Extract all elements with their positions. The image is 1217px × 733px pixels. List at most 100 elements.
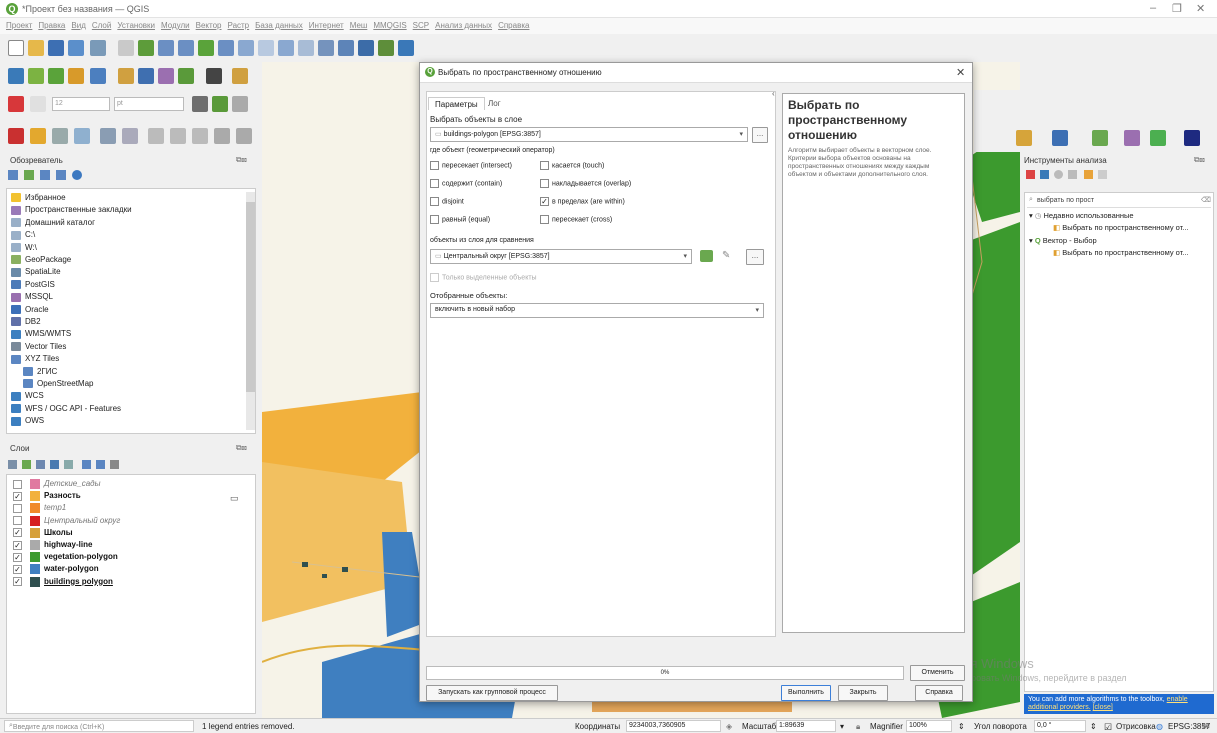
- layer-symbol-swatch[interactable]: [30, 491, 40, 502]
- save-edits-icon[interactable]: [52, 128, 68, 144]
- menu-item-3[interactable]: Слой: [92, 21, 111, 30]
- predicate-checkbox[interactable]: disjoint: [430, 197, 464, 206]
- menu-item-7[interactable]: Растр: [228, 21, 250, 30]
- add-group-icon[interactable]: [22, 460, 31, 469]
- toggle-editing-icon[interactable]: [30, 128, 46, 144]
- browser-item[interactable]: Избранное: [11, 193, 66, 203]
- layer-item[interactable]: Центральный округ: [13, 515, 120, 526]
- zoom-last-icon[interactable]: [258, 40, 274, 56]
- magnifier-field[interactable]: 100%: [906, 720, 952, 732]
- open-style-icon[interactable]: [8, 460, 17, 469]
- show-bookmarks-icon[interactable]: [338, 40, 354, 56]
- collapse-all-icon[interactable]: [96, 460, 105, 469]
- iterate-icon[interactable]: [700, 250, 713, 262]
- menu-item-14[interactable]: Справка: [498, 21, 529, 30]
- predicate-checkbox[interactable]: пересекает (cross): [540, 215, 612, 224]
- menu-item-6[interactable]: Вектор: [196, 21, 222, 30]
- predicate-checkbox[interactable]: ✓ в пределах (are within): [540, 197, 625, 206]
- layer-item[interactable]: ✓ Школы: [13, 527, 73, 538]
- layer-symbol-swatch[interactable]: [30, 515, 40, 526]
- recent-group[interactable]: ▾ ◷ Недавно использованные: [1029, 211, 1134, 220]
- zoom-in-icon[interactable]: [158, 40, 174, 56]
- layer-item[interactable]: ✓ highway-line: [13, 540, 92, 550]
- modify-selection-combo[interactable]: включить в новый набор ▾: [430, 303, 764, 318]
- units-select[interactable]: pt: [114, 97, 184, 111]
- layer-visibility-checkbox[interactable]: ✓: [13, 540, 22, 550]
- open-project-icon[interactable]: [28, 40, 44, 56]
- predicate-checkbox[interactable]: накладывается (overlap): [540, 179, 631, 188]
- menu-item-2[interactable]: Вид: [71, 21, 85, 30]
- add-mssql-icon[interactable]: [158, 68, 174, 84]
- add-raster-layer-icon[interactable]: [48, 68, 64, 84]
- panel-float-icon[interactable]: ⧉⊠: [236, 155, 247, 165]
- toggle-extents-icon[interactable]: ◈: [726, 722, 732, 731]
- add-vector-layer-icon[interactable]: [28, 68, 44, 84]
- add-csv-layer-icon[interactable]: [90, 68, 106, 84]
- browser-item[interactable]: SpatiaLite: [11, 267, 61, 277]
- layer-symbol-swatch[interactable]: [30, 527, 40, 538]
- menu-item-5[interactable]: Модули: [161, 21, 190, 30]
- refresh-icon[interactable]: [358, 40, 374, 56]
- layer-item[interactable]: ✓ vegetation-polygon: [13, 552, 118, 563]
- browser-item[interactable]: GeoPackage: [11, 255, 71, 265]
- layer-symbol-swatch[interactable]: [30, 479, 40, 489]
- menu-item-10[interactable]: Меш: [350, 21, 368, 30]
- bookmark-icon[interactable]: [318, 40, 334, 56]
- algorithm-item[interactable]: ◧ Выбрать по пространственному от...: [1053, 248, 1189, 257]
- toolbox-float-icon[interactable]: ⧉⊠: [1194, 155, 1205, 165]
- layer-visibility-checkbox[interactable]: ✓: [13, 491, 22, 501]
- coordinate-field[interactable]: 9234003,7360905: [626, 720, 721, 732]
- browser-item[interactable]: W:\: [11, 243, 37, 252]
- messages-icon[interactable]: ✉: [1203, 722, 1210, 731]
- tab-log[interactable]: Лог: [482, 97, 507, 110]
- toolbox-search-input[interactable]: ⌕ выбрать по прост ⌫: [1027, 195, 1211, 208]
- identify-icon[interactable]: [398, 40, 414, 56]
- browser-item[interactable]: 2ГИС: [23, 367, 57, 376]
- compare-layer-combo[interactable]: ▭ Центральный округ [EPSG:3857] ▾: [430, 249, 692, 264]
- batch-process-button[interactable]: Запускать как групповой процесс: [426, 685, 558, 701]
- predicate-checkbox[interactable]: содержит (contain): [430, 179, 502, 188]
- info-icon[interactable]: [72, 170, 82, 180]
- close-window-icon[interactable]: ✕: [1196, 2, 1205, 15]
- add-postgis-icon[interactable]: [138, 68, 154, 84]
- select-layer-combo[interactable]: ▭ buildings-polygon [EPSG:3857] ▾: [430, 127, 748, 142]
- browser-item[interactable]: WFS / OGC API - Features: [11, 404, 121, 414]
- checkbox-box[interactable]: [430, 179, 439, 188]
- edit-features-icon[interactable]: [1084, 170, 1093, 179]
- digitize-icon[interactable]: [8, 96, 24, 112]
- add-feature-icon[interactable]: [74, 128, 90, 144]
- predicate-checkbox[interactable]: пересекает (intersect): [430, 161, 512, 170]
- save-project-icon[interactable]: [48, 40, 64, 56]
- add-wfs-icon[interactable]: [206, 68, 222, 84]
- close-toolbar-icon[interactable]: [1184, 130, 1200, 146]
- reload-icon[interactable]: [24, 170, 34, 180]
- map-tips-icon[interactable]: [1016, 130, 1032, 146]
- cut-icon[interactable]: [148, 128, 164, 144]
- save-as-icon[interactable]: [68, 40, 84, 56]
- checkbox-box[interactable]: [540, 215, 549, 224]
- graphics-icon[interactable]: [1124, 130, 1140, 146]
- redo-icon[interactable]: [236, 128, 252, 144]
- pan-to-selection-icon[interactable]: [138, 40, 154, 56]
- add-mesh-layer-icon[interactable]: [68, 68, 84, 84]
- layer-item[interactable]: ✓ water-polygon: [13, 564, 99, 575]
- only-selected-checkbox[interactable]: Только выделенные объекты: [430, 273, 537, 282]
- new-map-view-icon[interactable]: [298, 40, 314, 56]
- layer-item[interactable]: ✓ buildings polygon: [13, 576, 113, 587]
- browser-item[interactable]: Пространственные закладки: [11, 205, 132, 215]
- layer-symbol-swatch[interactable]: [30, 576, 40, 587]
- results-icon[interactable]: [1068, 170, 1077, 179]
- browser-item[interactable]: C:\: [11, 230, 35, 240]
- layer-visibility-checkbox[interactable]: ✓: [13, 552, 22, 562]
- layer-symbol-swatch[interactable]: [30, 564, 40, 575]
- remove-layer-icon[interactable]: [110, 460, 119, 469]
- predicate-checkbox[interactable]: равный (equal): [430, 215, 490, 224]
- manage-themes-icon[interactable]: [36, 460, 45, 469]
- new-shapefile-icon[interactable]: [232, 68, 248, 84]
- pan-icon[interactable]: [118, 40, 134, 56]
- layer-visibility-checkbox[interactable]: [13, 479, 22, 489]
- minimize-icon[interactable]: –: [1150, 2, 1156, 14]
- settings-wrench-icon[interactable]: ✎: [722, 250, 730, 261]
- browser-item[interactable]: MSSQL: [11, 292, 53, 302]
- menu-item-11[interactable]: MMQGIS: [373, 21, 406, 30]
